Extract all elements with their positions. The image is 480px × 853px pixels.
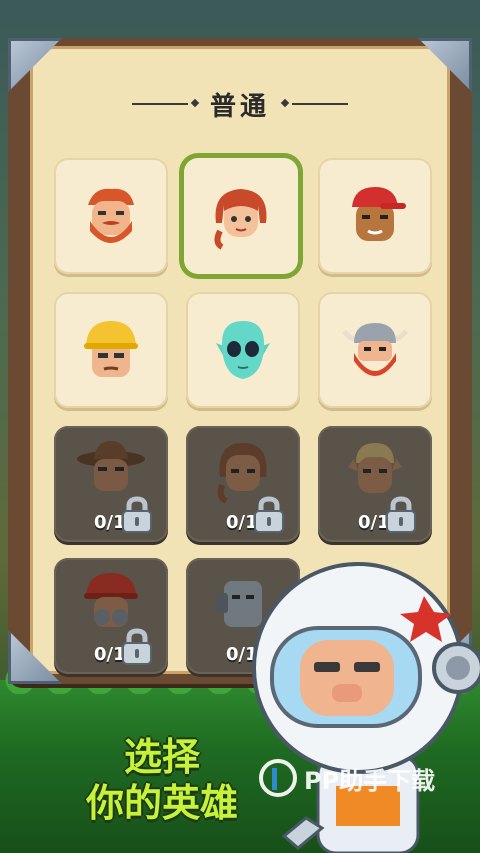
hero-card-construction[interactable] (54, 292, 168, 408)
construction-helmet-face-icon (84, 321, 138, 378)
cta-line-2: 你的英雄 (85, 781, 238, 825)
baseball-cap-face-icon (352, 187, 406, 242)
red-bearded-face-icon (88, 189, 134, 244)
hero-card-braided-girl[interactable]: 0/15 (186, 426, 300, 542)
viking-face-icon (342, 323, 408, 377)
hero-card-cowboy[interactable]: 0/15 (54, 426, 168, 542)
hero-card-viking[interactable] (318, 292, 432, 408)
lock-icon (254, 496, 284, 533)
hero-card-firefighter[interactable]: 0/15 (54, 558, 168, 674)
lock-icon (122, 496, 152, 533)
divider-line (131, 98, 200, 108)
section-header: 普通 (0, 86, 480, 122)
watermark-text: PP助手下载 (304, 766, 436, 795)
hero-card-alien[interactable] (186, 292, 300, 408)
hero-card-baseball-cap[interactable] (318, 158, 432, 274)
lock-icon (386, 496, 416, 533)
pp-logo-icon (259, 759, 297, 797)
lock-icon (122, 628, 152, 665)
divider-line (280, 98, 348, 108)
redhead-face-icon (214, 189, 267, 250)
alien-face-icon (216, 321, 270, 380)
hero-card-redhead[interactable] (184, 158, 298, 274)
choose-hero-banner: 选择 你的英雄 (62, 734, 262, 826)
cta-line-1: 选择 (123, 735, 200, 779)
hero-card-red-bearded[interactable] (54, 158, 168, 274)
astronaut-mascot (252, 562, 480, 853)
section-title: 普通 (209, 91, 270, 122)
hero-card-elf-archer[interactable]: 0/15 (318, 426, 432, 542)
watermark: PP助手下载 (258, 758, 435, 798)
